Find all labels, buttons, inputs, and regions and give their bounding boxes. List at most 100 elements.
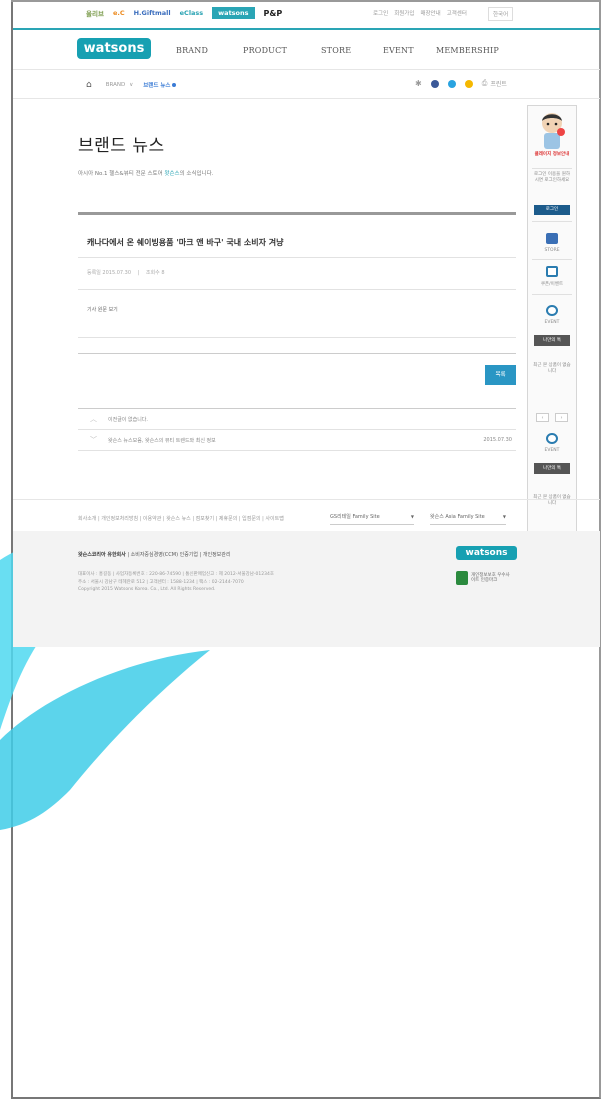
footer-logo: watsons: [456, 546, 517, 560]
quick-event-label[interactable]: EVENT: [528, 320, 576, 325]
family-site-1[interactable]: e.C: [113, 9, 125, 17]
footer-info-line: 주소 : 서울시 강남구 테헤란로 512 | 고객센터 : 1588-1234…: [78, 579, 244, 585]
chevron-up-icon: ︿: [90, 415, 97, 423]
breadcrumb: ⌂ BRAND ∨ 브랜드 뉴스: [86, 80, 177, 90]
footer-cert: 개인정보보호 우수사이트 인증마크: [456, 571, 511, 585]
top-accent-line: [13, 28, 600, 30]
utility-link-0[interactable]: 로그인: [373, 9, 388, 17]
header-divider: [13, 69, 600, 70]
quick-heading: 클레이지 정보안내: [534, 152, 570, 157]
article-body-link[interactable]: 기사 원문 보기: [87, 306, 118, 313]
family-site-0[interactable]: 올리브: [86, 8, 104, 18]
article-divider: [78, 289, 516, 290]
nav-event[interactable]: EVENT: [383, 46, 436, 55]
footer-info-line: 대표이사 : 홍길동 | 사업자등록번호 : 220-86-74590 | 통신…: [78, 572, 274, 577]
event-icon-2[interactable]: [546, 433, 558, 444]
store-icon[interactable]: [546, 233, 558, 244]
subtitle-prefix: 아시아 No.1 헬스&뷰티 전문 스토어: [78, 171, 165, 177]
quick-store-label[interactable]: STORE: [528, 248, 576, 253]
nav-brand[interactable]: BRAND: [176, 46, 243, 55]
footer: 왓슨스코리아 유한회사 | 소비자중심경영(CCM) 인증기업 | 개인정보관리…: [13, 531, 600, 647]
article-date: 2015.07.30: [102, 270, 132, 276]
print-label[interactable]: 프린트: [490, 79, 507, 88]
next-post-date: 2015.07.30: [483, 437, 512, 443]
footer-copyright: Copyright 2015 Watsons Korea. Co., Ltd. …: [78, 587, 216, 592]
language-select[interactable]: 한국어: [488, 7, 514, 21]
home-icon[interactable]: ⌂: [86, 80, 92, 90]
nav-top-border: [78, 408, 516, 409]
family-select-1-label: GS리테일 Family Site: [330, 514, 380, 520]
date-label: 등록일: [87, 270, 101, 276]
cert-text: 개인정보보호 우수사이트 인증마크: [471, 573, 510, 583]
chevron-down-icon: ﹀: [90, 436, 97, 444]
company-name: 왓슨스코리아 유한회사: [78, 552, 126, 558]
caret-down-icon: ▼: [410, 514, 414, 519]
quick-login-button[interactable]: 로그인: [534, 205, 570, 215]
article-title: 캐나다에서 온 쉐이빙용품 '마크 앤 바구' 국내 소비자 겨냥: [87, 237, 284, 247]
twitter-icon[interactable]: [447, 79, 456, 88]
nav-store[interactable]: STORE: [321, 46, 383, 55]
utility-link-1[interactable]: 회원가입: [394, 9, 414, 17]
article-views: 8: [161, 270, 165, 276]
page-subtitle: 아시아 No.1 헬스&뷰티 전문 스토어 왓슨스의 소식입니다.: [78, 169, 213, 177]
article-top-border: [78, 212, 516, 215]
prev-arrow-icon[interactable]: ‹: [536, 413, 549, 422]
bookmark-icon[interactable]: ✱: [415, 79, 422, 88]
views-label: 조회수: [145, 270, 160, 276]
facebook-icon[interactable]: [430, 79, 439, 88]
list-button[interactable]: 목록: [485, 365, 516, 385]
breadcrumb-brand[interactable]: BRAND: [106, 82, 125, 88]
family-select-2-label: 왓슨스 Asia Family Site: [430, 514, 485, 520]
quick-divider: [532, 259, 572, 260]
next-arrow-icon[interactable]: ›: [555, 413, 568, 422]
family-site-4[interactable]: watsons: [212, 7, 255, 19]
page-title: 브랜드 뉴스: [78, 136, 165, 156]
coupon-icon[interactable]: [546, 266, 558, 277]
quick-divider: [532, 294, 572, 295]
watsons-logo[interactable]: watsons: [77, 38, 151, 59]
chevron-down-icon[interactable]: ∨: [129, 82, 133, 88]
nav-bottom-border: [78, 450, 516, 451]
quick-event-label-2[interactable]: EVENT: [528, 448, 576, 453]
article-bottom-border: [78, 353, 516, 354]
subtitle-brand: 왓슨스: [164, 171, 180, 177]
cert-badge-icon: [456, 571, 468, 585]
article-meta: 등록일 2015.07.30 | 조회수 8: [87, 270, 165, 276]
quick-login-msg: 로그인 이용을 원하시면 로그인하세요: [534, 172, 570, 183]
quick-recent-empty-2: 최근 본 상품이 없습니다: [533, 495, 571, 506]
utility-link-2[interactable]: 매장안내: [420, 9, 440, 17]
quick-divider: [532, 221, 572, 222]
family-site-5[interactable]: P&P: [264, 9, 283, 18]
nav-divider: [78, 429, 516, 430]
breadcrumb-divider: [13, 98, 600, 99]
company-links[interactable]: | 소비자중심경영(CCM) 인증기업 | 개인정보관리: [127, 552, 230, 558]
utility-link-3[interactable]: 고객센터: [447, 9, 467, 17]
article-divider: [78, 337, 516, 338]
share-tools: ✱ ⎙ 프린트: [415, 79, 507, 88]
utility-links: 로그인 회원가입 매장안내 고객센터: [373, 2, 473, 24]
family-site-bar: 올리브 e.C H.Giftmall eClass watsons P&P: [86, 2, 282, 24]
next-post-row[interactable]: ﹀ 왓슨스 뉴스모음, 왓슨스의 뷰티 트렌드와 최신 정보 2015.07.3…: [78, 431, 516, 450]
family-site-3[interactable]: eClass: [180, 9, 204, 17]
quick-recent-pager: ‹ ›: [536, 413, 568, 422]
footer-company: 왓슨스코리아 유한회사 | 소비자중심경영(CCM) 인증기업 | 개인정보관리: [78, 551, 230, 558]
family-site-2[interactable]: H.Giftmall: [134, 9, 171, 17]
quick-coupon-label[interactable]: 쿠폰/이벤트: [528, 281, 576, 287]
article-divider: [78, 257, 516, 258]
nav-product[interactable]: PRODUCT: [243, 46, 321, 55]
caret-down-icon: ▼: [502, 514, 506, 519]
subtitle-suffix: 의 소식입니다.: [179, 171, 214, 177]
nav-membership[interactable]: MEMBERSHIP: [436, 46, 499, 55]
event-icon[interactable]: [546, 305, 558, 316]
breadcrumb-current[interactable]: 브랜드 뉴스: [143, 81, 170, 89]
quick-divider: [532, 168, 572, 169]
footer-divider: [13, 499, 600, 500]
footer-links[interactable]: 회사소개 | 개인정보처리방침 | 이용약관 | 왓슨스 뉴스 | 점포찾기 |…: [78, 515, 284, 522]
prev-post-row[interactable]: ︿ 이전글이 없습니다.: [78, 410, 516, 429]
family-site-select-1[interactable]: GS리테일 Family Site ▼: [330, 509, 414, 525]
print-icon[interactable]: ⎙: [482, 79, 488, 88]
kakao-icon[interactable]: [464, 79, 473, 88]
quick-recent-header: 나만의 톡: [534, 335, 570, 346]
family-site-select-2[interactable]: 왓슨스 Asia Family Site ▼: [430, 509, 506, 525]
quick-recent-header-2: 나만의 톡: [534, 463, 570, 474]
